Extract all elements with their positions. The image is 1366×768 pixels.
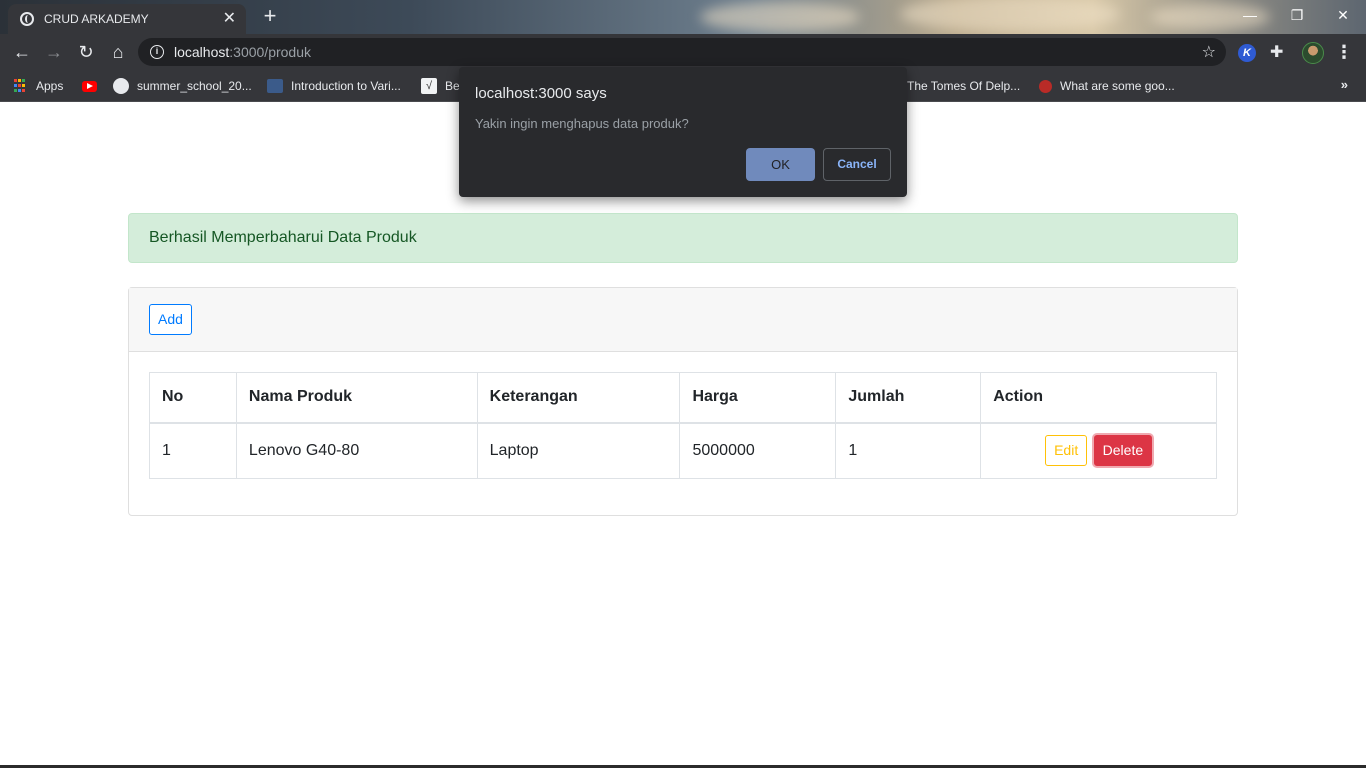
- card-body: No Nama Produk Keterangan Harga Jumlah A…: [129, 352, 1237, 499]
- bookmark-label: What are some goo...: [1060, 79, 1175, 93]
- edit-button[interactable]: Edit: [1045, 435, 1088, 467]
- dialog-cancel-button[interactable]: Cancel: [823, 148, 891, 181]
- new-tab-button[interactable]: +: [258, 5, 282, 28]
- address-bar[interactable]: i localhost :3000/produk ☆: [138, 38, 1226, 66]
- sky-cloud: [900, 0, 1120, 32]
- url-path: :3000/produk: [229, 44, 311, 60]
- bookmark-be[interactable]: √ Be: [421, 76, 460, 96]
- product-card: Add No Nama Produk Keterangan Harga Juml…: [128, 287, 1238, 516]
- bookmark-star-icon[interactable]: ☆: [1202, 42, 1216, 62]
- bookmark-apps[interactable]: Apps: [14, 76, 63, 96]
- bookmark-label: Apps: [36, 79, 64, 93]
- column-header-nama-produk: Nama Produk: [235, 372, 478, 424]
- cell-keterangan: Laptop: [476, 422, 681, 479]
- column-header-no: No: [149, 372, 237, 424]
- bookmark-label: Be: [445, 79, 460, 93]
- success-alert: Berhasil Memperbaharui Data Produk: [128, 213, 1238, 263]
- youtube-icon: [82, 80, 97, 92]
- restore-button[interactable]: ❐: [1283, 4, 1311, 26]
- globe-icon: [20, 12, 34, 26]
- product-table: No Nama Produk Keterangan Harga Jumlah A…: [149, 372, 1217, 479]
- back-arrow-icon[interactable]: ←: [10, 40, 34, 64]
- table-header-row: No Nama Produk Keterangan Harga Jumlah A…: [149, 372, 1217, 424]
- column-header-jumlah: Jumlah: [835, 372, 982, 424]
- extensions-puzzle-icon[interactable]: ✚: [1270, 42, 1283, 62]
- bookmark-quora[interactable]: What are some goo...: [1039, 76, 1175, 96]
- info-icon[interactable]: i: [150, 45, 164, 59]
- column-header-harga: Harga: [679, 372, 837, 424]
- browser-toolbar: ← → ↻ ⌂ i localhost :3000/produk ☆ K ✚ ⋮: [0, 34, 1366, 70]
- bookmark-github[interactable]: summer_school_20...: [113, 76, 252, 96]
- dialog-message: Yakin ingin menghapus data produk?: [475, 116, 689, 131]
- close-window-button[interactable]: ✕: [1329, 4, 1357, 26]
- cell-harga: 5000000: [679, 422, 837, 479]
- dialog-ok-button[interactable]: OK: [746, 148, 815, 181]
- confirm-dialog: localhost:3000 says Yakin ingin menghapu…: [459, 67, 907, 197]
- minimize-button[interactable]: —: [1236, 4, 1264, 26]
- forward-arrow-icon[interactable]: →: [42, 40, 66, 64]
- url-host: localhost: [174, 44, 230, 60]
- profile-avatar[interactable]: [1302, 42, 1324, 64]
- bookmark-label: Introduction to Vari...: [291, 79, 401, 93]
- doc-icon: [267, 79, 283, 93]
- add-button[interactable]: Add: [149, 304, 192, 335]
- home-icon[interactable]: ⌂: [106, 40, 130, 64]
- github-icon: [113, 78, 129, 94]
- extension-k-icon[interactable]: K: [1238, 44, 1256, 62]
- bookmark-introduction[interactable]: Introduction to Vari...: [267, 76, 401, 96]
- dialog-title: localhost:3000 says: [475, 85, 607, 102]
- table-row: 1 Lenovo G40-80 Laptop 5000000 1 Edit De…: [149, 422, 1217, 479]
- browser-tab-active[interactable]: CRUD ARKADEMY ✕: [8, 4, 246, 34]
- close-tab-icon[interactable]: ✕: [223, 11, 236, 27]
- apps-grid-icon: [14, 79, 28, 93]
- cell-nama-produk: Lenovo G40-80: [235, 422, 478, 479]
- chart-icon: √: [421, 78, 437, 94]
- card-header: Add: [129, 288, 1237, 352]
- sky-cloud: [700, 2, 860, 32]
- page-container: Berhasil Memperbaharui Data Produk Add N…: [128, 213, 1238, 516]
- browser-menu-icon[interactable]: ⋮: [1334, 40, 1354, 64]
- tab-title: CRUD ARKADEMY: [44, 12, 149, 26]
- cell-action: Edit Delete: [980, 422, 1217, 479]
- bookmark-tomes-of-delphi[interactable]: The Tomes Of Delp...: [907, 76, 1020, 96]
- bookmark-label: The Tomes Of Delp...: [907, 79, 1021, 93]
- bookmark-youtube[interactable]: [82, 76, 105, 96]
- column-header-keterangan: Keterangan: [476, 372, 681, 424]
- delete-button[interactable]: Delete: [1093, 435, 1153, 467]
- bookmark-label: summer_school_20...: [137, 79, 252, 93]
- browser-titlebar: CRUD ARKADEMY ✕ + — ❐ ✕: [0, 0, 1366, 34]
- cell-jumlah: 1: [835, 422, 982, 479]
- cell-no: 1: [149, 422, 237, 479]
- quora-icon: [1039, 79, 1052, 93]
- bookmarks-overflow-icon[interactable]: »: [1341, 77, 1348, 92]
- column-header-action: Action: [980, 372, 1217, 424]
- reload-icon[interactable]: ↻: [74, 40, 98, 64]
